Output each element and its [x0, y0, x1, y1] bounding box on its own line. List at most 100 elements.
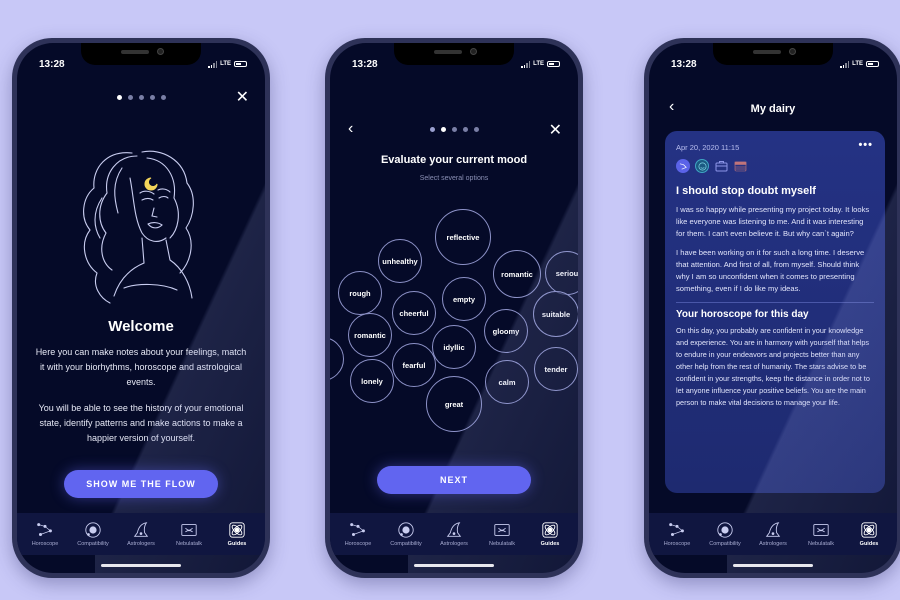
tab-label: Nebulatalk — [176, 541, 202, 547]
mood-option[interactable]: rough — [338, 271, 382, 315]
entry-title: I should stop doubt myself — [676, 185, 816, 197]
wizard-hat-icon — [446, 522, 462, 537]
tab-horoscope[interactable]: Horoscope — [653, 521, 701, 547]
tab-guides[interactable]: Guides — [213, 521, 261, 547]
tab-label: Compatibility — [390, 541, 422, 547]
close-icon[interactable]: ✕ — [236, 90, 249, 106]
tab-bar: Horoscope Compatibility Astrologers Nebu… — [649, 513, 897, 555]
tab-nebulatalk[interactable]: Nebulatalk — [478, 521, 526, 547]
mood-option[interactable]: fearful — [392, 343, 436, 387]
constellation-icon — [350, 523, 365, 537]
tab-label: Nebulatalk — [808, 541, 834, 547]
mood-option[interactable]: seriou — [545, 251, 578, 295]
signal-icon — [840, 60, 850, 68]
status-time: 13:28 — [39, 58, 65, 70]
smile-icon — [695, 159, 709, 173]
network-label: LTE — [533, 61, 544, 67]
mood-option[interactable]: gloomy — [484, 309, 528, 353]
mood-option[interactable]: suitable — [533, 291, 578, 337]
battery-icon — [547, 61, 560, 67]
tab-astrologers[interactable]: Astrologers — [749, 521, 797, 547]
mood-option[interactable]: cheerful — [392, 291, 436, 335]
home-indicator — [101, 564, 181, 567]
pager-dot — [451, 127, 457, 132]
mood-option[interactable]: lonely — [350, 359, 394, 403]
tab-horoscope[interactable]: Horoscope — [21, 521, 69, 547]
pager-dot — [473, 127, 479, 132]
phone-diary: 13:28 LTE ‹ My dairy Apr 20, 2020 11:15 … — [644, 38, 900, 578]
tab-label: Astrologers — [440, 541, 468, 547]
mood-option[interactable]: idyllic — [432, 325, 476, 369]
tab-horoscope[interactable]: Horoscope — [334, 521, 382, 547]
home-indicator — [733, 564, 813, 567]
mood-option[interactable]: calm — [485, 360, 529, 404]
tab-astrologers[interactable]: Astrologers — [430, 521, 478, 547]
pager-dots — [17, 95, 265, 100]
mood-option[interactable]: unhealthy — [378, 239, 422, 283]
tab-compatibility[interactable]: Compatibility — [701, 521, 749, 547]
envelope-icon — [494, 524, 510, 536]
pager-dot — [116, 95, 122, 100]
tab-label: Horoscope — [31, 541, 59, 547]
welcome-title: Welcome — [108, 318, 174, 335]
entry-paragraph-2: I have been working on it for such a lon… — [676, 248, 865, 293]
mood-option[interactable]: empty — [442, 277, 486, 321]
phone-mood: 13:28 LTE ‹ ✕ Evaluate your current mood… — [325, 38, 583, 578]
horoscope-text: On this day, you probably are confident … — [676, 326, 870, 407]
tab-label: Astrologers — [759, 541, 787, 547]
mood-title: Evaluate your current mood — [380, 154, 528, 166]
mood-screen: 13:28 LTE ‹ ✕ Evaluate your current mood… — [330, 43, 578, 573]
envelope-icon — [813, 524, 829, 536]
signal-icon — [208, 60, 218, 68]
tab-bar: Horoscope Compatibility Astrologers Nebu… — [330, 513, 578, 555]
show-me-the-flow-button[interactable]: SHOW ME THE FLOW — [64, 470, 218, 498]
pager-dot — [160, 95, 166, 100]
briefcase-icon — [714, 159, 728, 173]
tab-guides[interactable]: Guides — [845, 521, 893, 547]
mood-option[interactable]: great — [426, 376, 482, 432]
pager-dot — [440, 127, 446, 132]
tab-label: Nebulatalk — [489, 541, 515, 547]
tab-compatibility[interactable]: Compatibility — [69, 521, 117, 547]
mood-option[interactable]: tender — [534, 347, 578, 391]
horoscope-title: Your horoscope for this day — [676, 309, 809, 320]
tab-guides[interactable]: Guides — [526, 521, 574, 547]
tab-nebulatalk[interactable]: Nebulatalk — [797, 521, 845, 547]
atom-icon — [861, 522, 877, 538]
tab-label: Horoscope — [663, 541, 691, 547]
pager-dot — [429, 127, 435, 132]
home-indicator — [414, 564, 494, 567]
battery-icon — [866, 61, 879, 67]
diary-screen: 13:28 LTE ‹ My dairy Apr 20, 2020 11:15 … — [649, 43, 897, 573]
tab-label: Compatibility — [77, 541, 109, 547]
constellation-icon — [669, 523, 684, 537]
status-bar: 13:28 LTE — [352, 57, 560, 71]
wizard-hat-icon — [765, 522, 781, 537]
orbit-icon — [85, 522, 101, 538]
next-button[interactable]: NEXT — [377, 466, 531, 494]
tab-nebulatalk[interactable]: Nebulatalk — [165, 521, 213, 547]
more-options-icon[interactable]: ••• — [858, 139, 873, 151]
wizard-hat-icon — [133, 522, 149, 537]
mood-option[interactable]: reflective — [435, 209, 491, 265]
phone-welcome: 13:28 LTE ✕ Welcome Here you can make no… — [12, 38, 270, 578]
divider — [676, 302, 874, 303]
mood-option[interactable]: romantic — [493, 250, 541, 298]
tab-label: Guides — [540, 541, 560, 547]
tab-astrologers[interactable]: Astrologers — [117, 521, 165, 547]
atom-icon — [542, 522, 558, 538]
atom-icon — [229, 522, 245, 538]
mood-subtitle: Select several options — [419, 175, 489, 182]
woman-moon-illustration — [83, 150, 194, 304]
mood-option[interactable]: romantic — [348, 313, 392, 357]
tab-label: Compatibility — [709, 541, 741, 547]
pager-dots — [330, 127, 578, 132]
battery-icon — [234, 61, 247, 67]
entry-tags — [676, 159, 874, 173]
signal-icon — [521, 60, 531, 68]
close-icon[interactable]: ✕ — [549, 123, 562, 139]
status-time: 13:28 — [671, 58, 697, 70]
tab-compatibility[interactable]: Compatibility — [382, 521, 430, 547]
entry-paragraph-1: I was so happy while presenting my proje… — [676, 205, 870, 238]
mood-option[interactable]: al — [330, 337, 344, 381]
